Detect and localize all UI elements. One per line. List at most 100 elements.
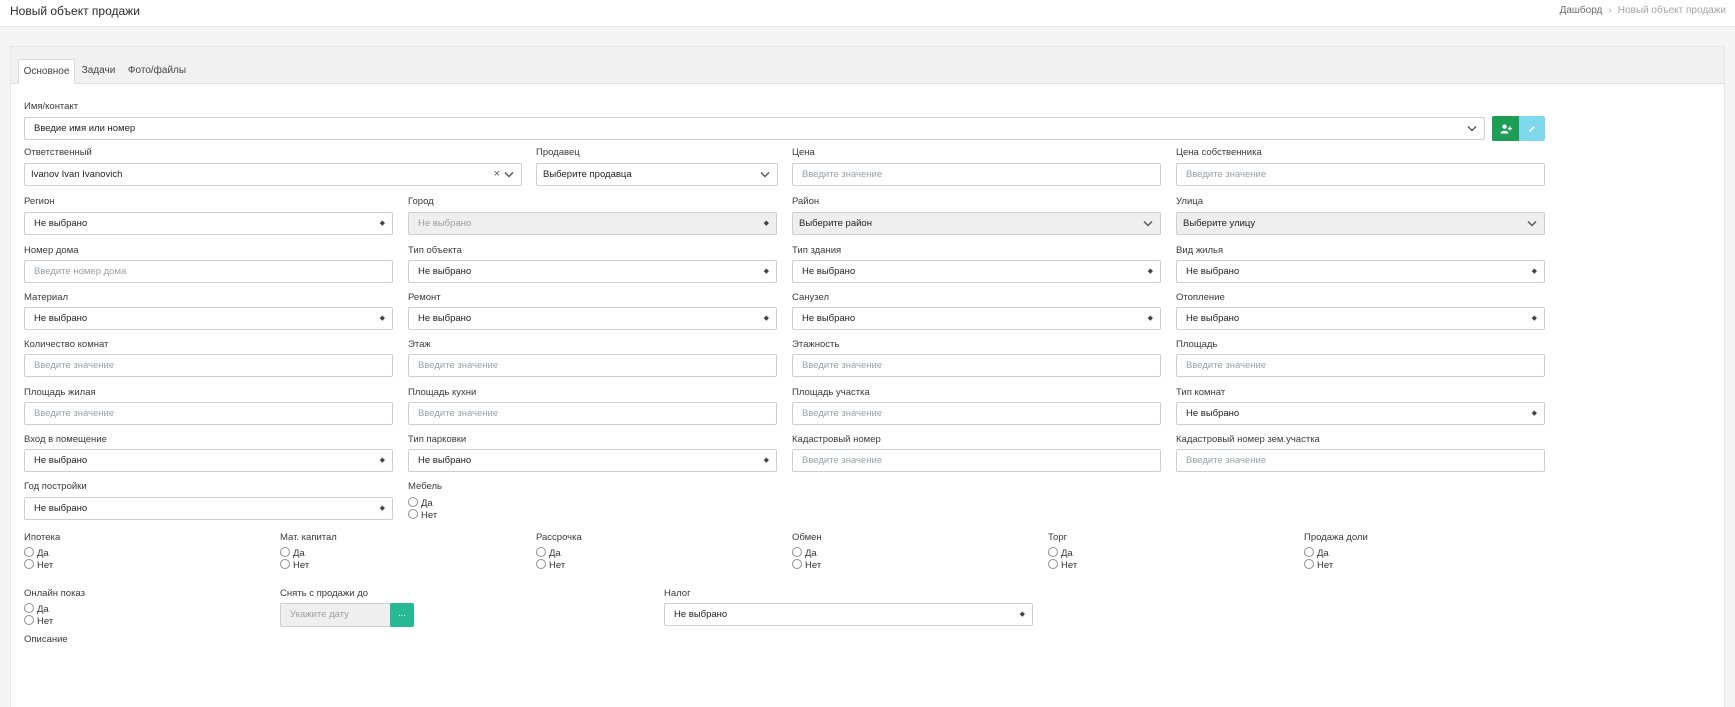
floors-label: Этажность: [792, 339, 840, 350]
rooms-input[interactable]: Введите значение: [24, 354, 393, 377]
entrance-select[interactable]: Не выбрано ◆: [24, 449, 393, 472]
price-input[interactable]: Введите значение: [792, 163, 1161, 186]
radio-label: Да: [549, 548, 561, 559]
city-label: Город: [408, 196, 434, 207]
kitchen-area-input[interactable]: Введите значение: [408, 402, 777, 425]
contact-select[interactable]: Введие имя или номер: [24, 117, 1485, 140]
mat-capital-no-radio[interactable]: Нет: [280, 559, 309, 571]
sort-arrows-icon: ◆: [1531, 315, 1537, 322]
housing-type-select[interactable]: Не выбрано ◆: [1176, 260, 1545, 283]
installment-no-radio[interactable]: Нет: [536, 559, 565, 571]
object-type-label: Тип объекта: [408, 245, 462, 256]
tab-tasks[interactable]: Задачи: [77, 59, 120, 84]
responsible-value: Ivanov Ivan Ivanovich: [31, 169, 123, 180]
responsible-select[interactable]: Ivanov Ivan Ivanovich ×: [24, 163, 522, 186]
bathroom-select[interactable]: Не выбрано ◆: [792, 307, 1161, 330]
exchange-yes-radio[interactable]: Да: [792, 547, 817, 559]
living-area-input[interactable]: Введите значение: [24, 402, 393, 425]
living-area-label: Площадь жилая: [24, 387, 96, 398]
area-input[interactable]: Введите значение: [1176, 354, 1545, 377]
region-select[interactable]: Не выбрано ◆: [24, 212, 393, 235]
share-sale-yes-radio[interactable]: Да: [1304, 547, 1329, 559]
chevron-down-icon: [760, 172, 770, 178]
installment-yes-radio[interactable]: Да: [536, 547, 561, 559]
radio-label: Нет: [805, 560, 822, 571]
remove-until-date-input[interactable]: Укажите дату: [280, 603, 392, 627]
cadastral-input[interactable]: Введите значение: [792, 449, 1161, 472]
material-select[interactable]: Не выбрано ◆: [24, 307, 393, 330]
tax-select[interactable]: Не выбрано ◆: [664, 603, 1033, 626]
add-contact-button[interactable]: [1492, 116, 1520, 141]
chevron-down-icon: [1143, 221, 1153, 227]
radio-circle-icon: [536, 547, 546, 557]
district-select[interactable]: Выберите район: [792, 212, 1161, 235]
remove-until-label: Снять с продажи до: [280, 588, 369, 599]
room-type-select[interactable]: Не выбрано ◆: [1176, 402, 1545, 425]
seller-select[interactable]: Выберите продавца: [536, 163, 778, 186]
radio-label: Да: [805, 548, 817, 559]
furniture-yes-radio[interactable]: Да: [408, 497, 433, 509]
street-label: Улица: [1176, 196, 1203, 207]
edit-contact-button[interactable]: [1519, 116, 1545, 141]
entrance-value: Не выбрано: [34, 455, 88, 466]
clear-icon[interactable]: ×: [494, 164, 500, 185]
radio-circle-icon: [280, 547, 290, 557]
sort-arrows-icon: ◆: [763, 268, 769, 275]
street-select[interactable]: Выберите улицу: [1176, 212, 1545, 235]
sort-arrows-icon: ◆: [379, 315, 385, 322]
heating-label: Отопление: [1176, 292, 1225, 303]
repair-label: Ремонт: [408, 292, 441, 303]
region-label: Регион: [24, 196, 55, 207]
breadcrumb-dashboard[interactable]: Дашборд: [1560, 5, 1603, 16]
mortgage-label: Ипотека: [24, 532, 61, 543]
online-show-yes-radio[interactable]: Да: [24, 603, 49, 615]
bargain-yes-radio[interactable]: Да: [1048, 547, 1073, 559]
repair-select[interactable]: Не выбрано ◆: [408, 307, 777, 330]
installment-label: Рассрочка: [536, 532, 582, 543]
bathroom-label: Санузел: [792, 292, 830, 303]
floor-input[interactable]: Введите значение: [408, 354, 777, 377]
description-label: Описание: [24, 634, 68, 645]
sort-arrows-icon: ◆: [763, 315, 769, 322]
radio-label: Да: [1061, 548, 1073, 559]
radio-circle-icon: [792, 547, 802, 557]
mat-capital-yes-radio[interactable]: Да: [280, 547, 305, 559]
mortgage-yes-radio[interactable]: Да: [24, 547, 49, 559]
radio-circle-icon: [408, 509, 418, 519]
tab-main[interactable]: Основное: [18, 59, 75, 84]
house-number-input[interactable]: Введите номер дома: [24, 260, 393, 283]
furniture-no-radio[interactable]: Нет: [408, 509, 437, 521]
chevron-down-icon: [1467, 126, 1477, 132]
date-picker-button[interactable]: ...: [390, 603, 414, 627]
area-label: Площадь: [1176, 339, 1218, 350]
room-type-label: Тип комнат: [1176, 387, 1226, 398]
plot-area-input[interactable]: Введите значение: [792, 402, 1161, 425]
object-type-select[interactable]: Не выбрано ◆: [408, 260, 777, 283]
sort-arrows-icon: ◆: [763, 220, 769, 227]
heating-select[interactable]: Не выбрано ◆: [1176, 307, 1545, 330]
year-select[interactable]: Не выбрано ◆: [24, 497, 393, 520]
share-sale-no-radio[interactable]: Нет: [1304, 559, 1333, 571]
radio-circle-icon: [1048, 547, 1058, 557]
radio-label: Да: [293, 548, 305, 559]
sort-arrows-icon: ◆: [1531, 410, 1537, 417]
online-show-no-radio[interactable]: Нет: [24, 615, 53, 627]
radio-label: Да: [1317, 548, 1329, 559]
exchange-no-radio[interactable]: Нет: [792, 559, 821, 571]
mortgage-no-radio[interactable]: Нет: [24, 559, 53, 571]
owner-price-input[interactable]: Введите значение: [1176, 163, 1545, 186]
breadcrumb: Дашборд › Новый объект продажи: [1560, 5, 1726, 16]
building-type-select[interactable]: Не выбрано ◆: [792, 260, 1161, 283]
radio-circle-icon: [1304, 559, 1314, 569]
parking-select[interactable]: Не выбрано ◆: [408, 449, 777, 472]
radio-circle-icon: [24, 547, 34, 557]
price-label: Цена: [792, 147, 815, 158]
cadastral-land-input[interactable]: Введите значение: [1176, 449, 1545, 472]
radio-label: Нет: [37, 616, 54, 627]
tab-photos-files[interactable]: Фото/файлы: [124, 59, 190, 84]
bargain-no-radio[interactable]: Нет: [1048, 559, 1077, 571]
heating-value: Не выбрано: [1186, 313, 1240, 324]
plot-area-label: Площадь участка: [792, 387, 870, 398]
sort-arrows-icon: ◆: [379, 220, 385, 227]
floors-input[interactable]: Введите значение: [792, 354, 1161, 377]
